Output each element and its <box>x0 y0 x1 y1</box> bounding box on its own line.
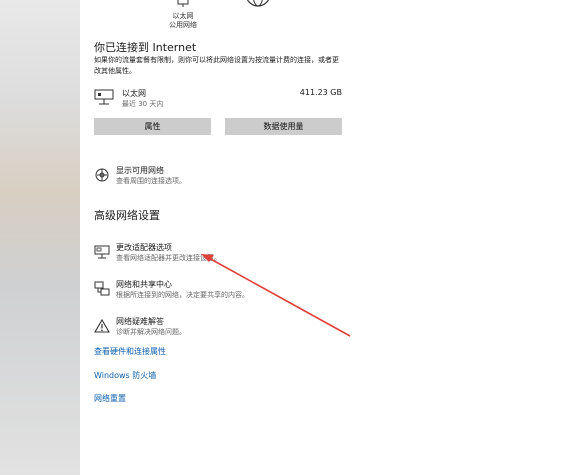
sharing-center-title: 网络和共享中心 <box>116 280 172 289</box>
ethernet-icon <box>94 89 114 105</box>
properties-button[interactable]: 属性 <box>94 118 211 135</box>
network-sharing-center[interactable]: 网络和共享中心 根据所连接到的网络，决定要共享的内容。 <box>94 279 354 303</box>
connected-title: 你已连接到 Internet <box>94 41 197 54</box>
network-reset-link[interactable]: 网络重置 <box>94 393 126 404</box>
ethernet-period: 最近 30 天内 <box>122 100 164 108</box>
globe-icon <box>246 0 270 7</box>
show-networks-subtitle: 查看周围的连接选项。 <box>116 177 186 185</box>
show-networks-title: 显示可用网络 <box>116 166 164 175</box>
background-strip <box>0 0 80 475</box>
network-troubleshooter[interactable]: 网络疑难解答 诊断并解决网络问题。 <box>94 316 354 340</box>
show-available-networks[interactable]: 显示可用网络 查看周围的连接选项。 <box>94 165 354 189</box>
sharing-center-subtitle: 根据所连接到的网络，决定要共享的内容。 <box>116 291 249 299</box>
network-scan-icon <box>95 168 109 182</box>
data-usage-button[interactable]: 数据使用量 <box>225 118 342 135</box>
adapter-icon <box>94 245 110 259</box>
ethernet-status-icon <box>94 0 126 8</box>
windows-firewall-link[interactable]: Windows 防火墙 <box>94 370 156 381</box>
ethernet-usage-row: 以太网 最近 30 天内 411.23 GB <box>94 87 342 109</box>
sharing-center-icon <box>94 281 110 296</box>
ethernet-name: 以太网 <box>122 89 146 98</box>
troubleshooter-subtitle: 诊断并解决网络问题。 <box>116 328 186 336</box>
ethernet-data-size: 411.23 GB <box>299 88 342 97</box>
status-caption-2: 公用网络 <box>169 21 197 29</box>
hardware-properties-link[interactable]: 查看硬件和连接属性 <box>94 346 166 357</box>
warning-icon <box>94 318 110 333</box>
advanced-settings-title: 高级网络设置 <box>94 209 160 222</box>
adapter-options-title: 更改适配器选项 <box>116 243 172 252</box>
monitor-icon <box>177 0 189 7</box>
adapter-options-subtitle: 查看网络适配器并更改连接设置。 <box>116 254 221 262</box>
troubleshooter-title: 网络疑难解答 <box>116 317 164 326</box>
change-adapter-options[interactable]: 更改适配器选项 查看网络适配器并更改连接设置。 <box>94 242 354 266</box>
connected-description: 如果你的流量套餐有限制，则你可以将此网络设置为按流量计费的连接，或者更改其他属性… <box>94 56 339 75</box>
